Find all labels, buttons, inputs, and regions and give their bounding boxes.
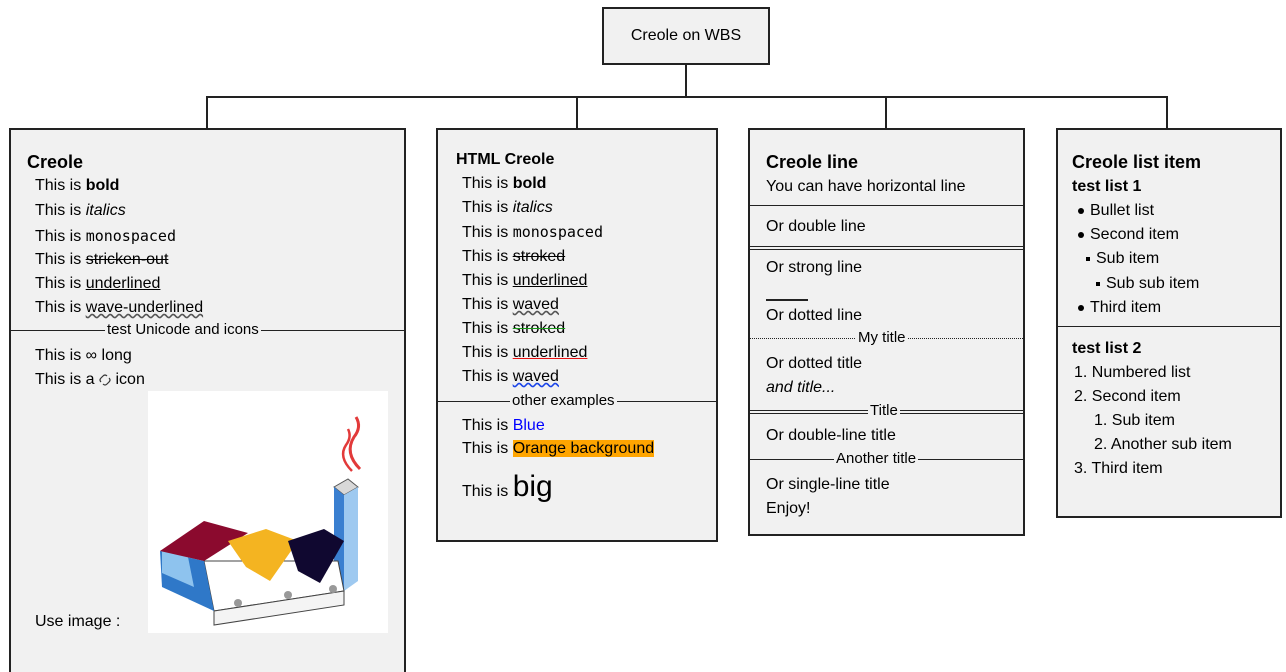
line-enjoy: Enjoy! <box>766 500 811 517</box>
connector-box4 <box>1166 96 1168 129</box>
node-creole-list: Creole list item test list 1 Bullet list… <box>1056 128 1282 518</box>
list-item: Third item <box>1078 298 1161 318</box>
node-title: HTML Creole <box>456 151 555 168</box>
separator-double <box>750 246 1023 250</box>
list-item: 2. Second item <box>1074 388 1181 405</box>
line-double: Or double line <box>766 218 866 235</box>
line-stroked-green: This is stroked <box>462 320 566 337</box>
strong-rule <box>766 299 808 301</box>
list-item: 2. Another sub item <box>1094 436 1232 453</box>
line-underlined-red: This is underlined <box>462 344 588 361</box>
factory-image <box>148 391 388 633</box>
separator-title: Title <box>868 402 900 420</box>
node-title: Creole list item <box>1072 152 1202 172</box>
connector-box1 <box>206 96 208 129</box>
factory-logo-icon <box>160 416 362 626</box>
line-mono: This is monospaced <box>462 223 603 241</box>
list1-title: test list 1 <box>1072 178 1142 195</box>
separator-title: other examples <box>510 392 617 410</box>
line-icon: This is a icon <box>35 371 145 388</box>
separator-my-title: My title <box>856 329 908 347</box>
list-item: Sub sub item <box>1096 274 1199 294</box>
line-dotted: Or dotted line <box>766 307 863 324</box>
list-item: 1. Sub item <box>1094 412 1175 429</box>
line-bold: This is bold <box>462 175 547 192</box>
separator-single <box>750 205 1023 206</box>
line-underlined: This is underlined <box>35 275 161 292</box>
list-item: Bullet list <box>1078 201 1154 221</box>
line-wave: This is wave-underlined <box>35 299 204 316</box>
line-single-title: Or single-line title <box>766 476 890 493</box>
line-and-title: and title... <box>766 379 836 396</box>
line-bold: This is bold <box>35 177 120 194</box>
line-dotted-title: Or dotted title <box>766 355 863 372</box>
line-double-title: Or double-line title <box>766 427 896 444</box>
root-label: Creole on WBS <box>630 27 742 44</box>
list2-title: test list 2 <box>1072 340 1142 357</box>
line-big: This is big <box>462 470 553 503</box>
connector-box2 <box>576 96 578 129</box>
separator-line <box>1058 326 1280 327</box>
line-infinity: This is ∞ long <box>35 347 132 364</box>
root-node: Creole on WBS <box>602 7 770 65</box>
line-strong: Or strong line <box>766 259 863 276</box>
list-item: 3. Third item <box>1074 460 1163 477</box>
line-underlined: This is underlined <box>462 272 588 289</box>
node-title: Creole line <box>766 152 859 172</box>
list-item: Sub item <box>1086 249 1159 269</box>
line-italics: This is italics <box>462 199 553 216</box>
line-waved: This is waved <box>462 296 559 313</box>
line-orange: This is Orange background <box>462 440 655 457</box>
list-item: 1. Numbered list <box>1074 364 1191 381</box>
separator-another-title: Another title <box>834 450 919 468</box>
list-item: Second item <box>1078 225 1179 245</box>
node-html-creole: HTML Creole This is bold This is italics… <box>436 128 718 542</box>
line-stroked: This is stroked <box>462 248 566 265</box>
link-icon <box>99 374 111 386</box>
connector-box3 <box>885 96 887 129</box>
connector-root-down <box>685 65 687 97</box>
node-title: Creole <box>27 152 84 172</box>
line-waved-blue: This is waved <box>462 368 559 385</box>
separator-title: test Unicode and icons <box>105 321 261 339</box>
line-italics: This is italics <box>35 202 126 219</box>
line-strike: This is stricken-out <box>35 251 169 268</box>
node-creole-line: Creole line You can have horizontal line… <box>748 128 1025 536</box>
line-horizontal: You can have horizontal line <box>766 178 966 195</box>
line-mono: This is monospaced <box>35 227 176 245</box>
connector-horizontal <box>206 96 1167 98</box>
line-blue: This is Blue <box>462 417 545 434</box>
image-label: Use image : <box>35 613 121 630</box>
